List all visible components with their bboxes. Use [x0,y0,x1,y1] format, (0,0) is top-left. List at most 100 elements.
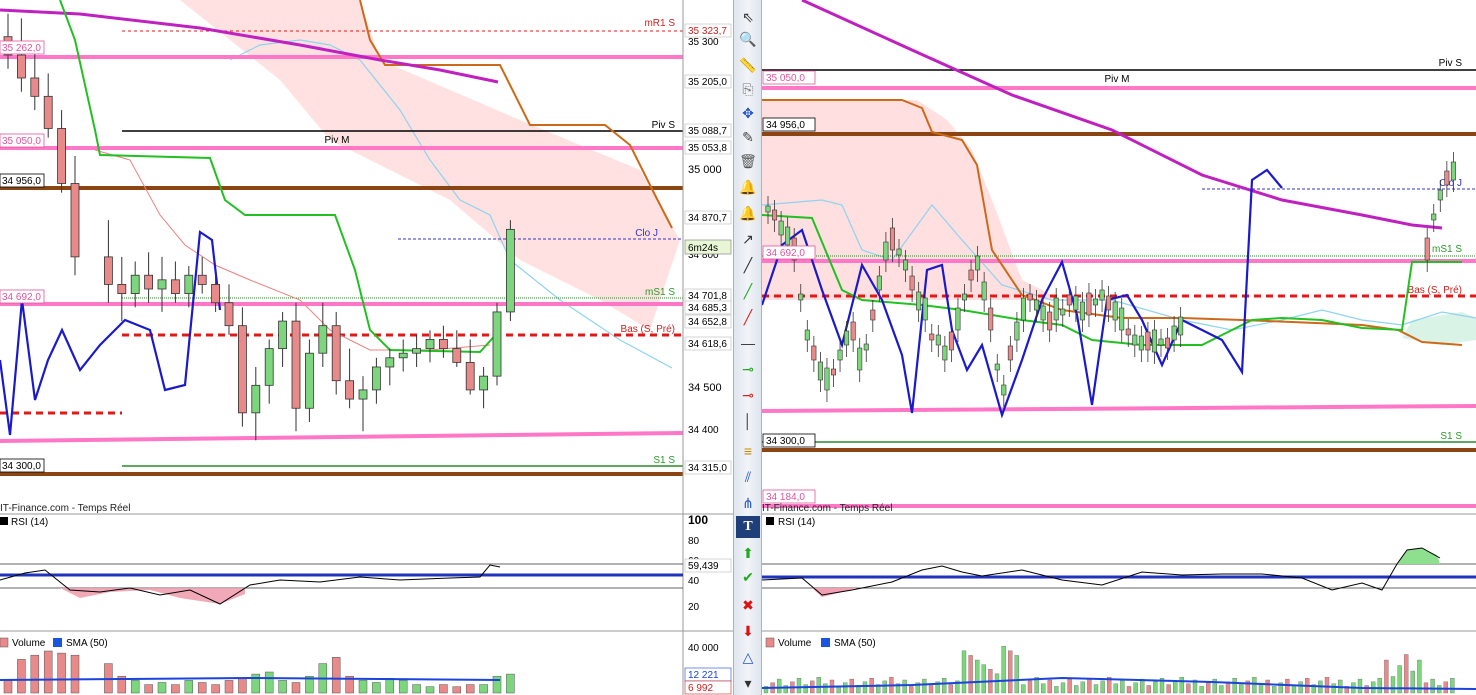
paint-icon[interactable]: ✎ [736,126,760,148]
level-tag-text: 35 050,0 [766,73,805,84]
candle-body [935,334,941,346]
scroll-down-icon[interactable]: ▾ [736,672,760,694]
candle-body [778,220,784,236]
hline-icon[interactable]: — [736,332,760,354]
volume-bar [961,650,967,694]
candle-body [398,352,408,359]
red-ray-icon[interactable]: ⊸ [736,384,760,406]
level-tag: 34 956,0 [0,173,45,188]
volume-bar [398,680,408,694]
pitchfork-icon[interactable]: ⋔ [736,492,760,514]
volume-bar [777,678,782,694]
zoom-icon[interactable]: 🔍 [736,28,760,50]
countdown-text: 6m24s [688,243,718,254]
right-candle-26 [929,324,935,352]
axis-label: 34 400 [688,425,719,436]
label-bas: Bas (S, Pré) [1408,285,1462,296]
move-icon[interactable]: ✥ [736,102,760,124]
candle-14 [197,256,207,294]
alert-bell-icon[interactable]: 🔔 [736,176,760,198]
candle-body [170,279,180,294]
candle-body [43,95,53,129]
volume-bar [1074,685,1079,694]
volume-bar [1186,683,1191,694]
green-line-icon[interactable]: ╱ [736,280,760,302]
right-candle-28 [942,336,948,372]
candle-body [278,320,288,350]
right-candle-44 [1047,302,1053,342]
candle-body [929,333,935,341]
right-candle-11 [831,359,837,387]
channel-icon[interactable]: ⫽ [736,466,760,488]
candle-26 [358,376,368,432]
fibonacci-icon[interactable]: ≡ [736,440,760,462]
ichimoku-cloud-green [1402,312,1476,345]
volume-value-text: 6 992 [688,683,713,694]
right-chart-panel[interactable]: Piv S Piv M Clo J mS1 S Bas (S, Pré) S1 S 35 0… [760,0,1476,695]
level-tag-text: 34 300,0 [766,436,805,447]
volume-bar [1047,679,1052,694]
text-icon[interactable]: T [736,516,760,538]
volume-bar [171,684,180,694]
left-chart-panel[interactable]: mR1 S Piv S Piv M Clo J mS1 S Bas (S, Pré) S1 … [0,0,733,695]
bell-icon[interactable]: 🔔 [736,202,760,224]
volume-value-badge: 6 992 [684,680,732,695]
red-line-icon[interactable]: ╱ [736,306,760,328]
volume-bar [1027,680,1033,694]
candle-body [948,331,954,351]
volume-bar [1450,678,1455,694]
candle-body [1027,293,1033,301]
line-icon[interactable]: ╱ [736,254,760,276]
volume-bar [211,684,220,694]
candle-body [438,339,448,350]
check-icon[interactable]: ✔ [736,566,760,588]
right-candle-14 [850,312,856,352]
ruler-icon[interactable]: 📏 [736,54,760,76]
candle-27 [371,357,381,404]
right-candle-8 [811,336,817,372]
level-tag-text: 34 692,0 [2,292,41,303]
candle-body [144,274,154,290]
volume-bar [1087,678,1092,694]
green-ray-icon[interactable]: ⊸ [736,358,760,380]
rsi-label: RSI (14) [11,517,48,528]
candle-13 [184,266,194,308]
sma-label: SMA (50) [66,638,108,649]
left-price-chart[interactable]: mR1 S Piv S Piv M Clo J mS1 S Bas (S, Pré) S1 … [0,0,733,695]
volume-bar [17,659,26,694]
up-arrow-icon[interactable]: ⬆ [736,542,760,564]
volume-bar [1054,686,1059,694]
ichimoku-cloud [180,0,680,330]
volume-bar [30,654,40,694]
candle-body [1125,328,1131,336]
right-price-chart[interactable]: Piv S Piv M Clo J mS1 S Bas (S, Pré) S1 S 35 0… [760,0,1476,695]
candle-body [157,279,167,290]
candle-body [1066,294,1072,306]
candle-body [994,363,1000,371]
volume-bar [130,680,140,694]
down-arrow-icon[interactable]: ⬇ [736,620,760,642]
cross-icon[interactable]: ✖ [736,594,760,616]
axis-label-text: 34 685,3 [688,303,727,314]
volume-bar [452,686,462,694]
candle-34 [465,339,475,395]
pointer-icon[interactable]: ⇖ [736,6,760,28]
candle-body [452,348,462,363]
vline-icon[interactable]: │ [736,410,760,432]
candle-body [211,284,221,304]
copy-icon[interactable]: ⎘ [736,78,760,100]
candle-body [264,348,274,386]
candle-body [1132,334,1138,346]
volume-bar [1377,678,1382,694]
arrow-line-icon[interactable]: ↗ [736,228,760,250]
candle-body [765,205,771,213]
volume-bar [238,678,247,694]
triangle-icon[interactable]: △ [736,646,760,668]
volume-bar [197,682,207,694]
candle-body [988,307,994,331]
volume-legend-swatch [0,637,9,648]
level-tag: 34 300,0 [762,433,816,448]
candle-body [412,348,422,354]
trash-icon[interactable]: 🗑 [736,150,760,172]
right-candle-38 [1007,336,1013,372]
